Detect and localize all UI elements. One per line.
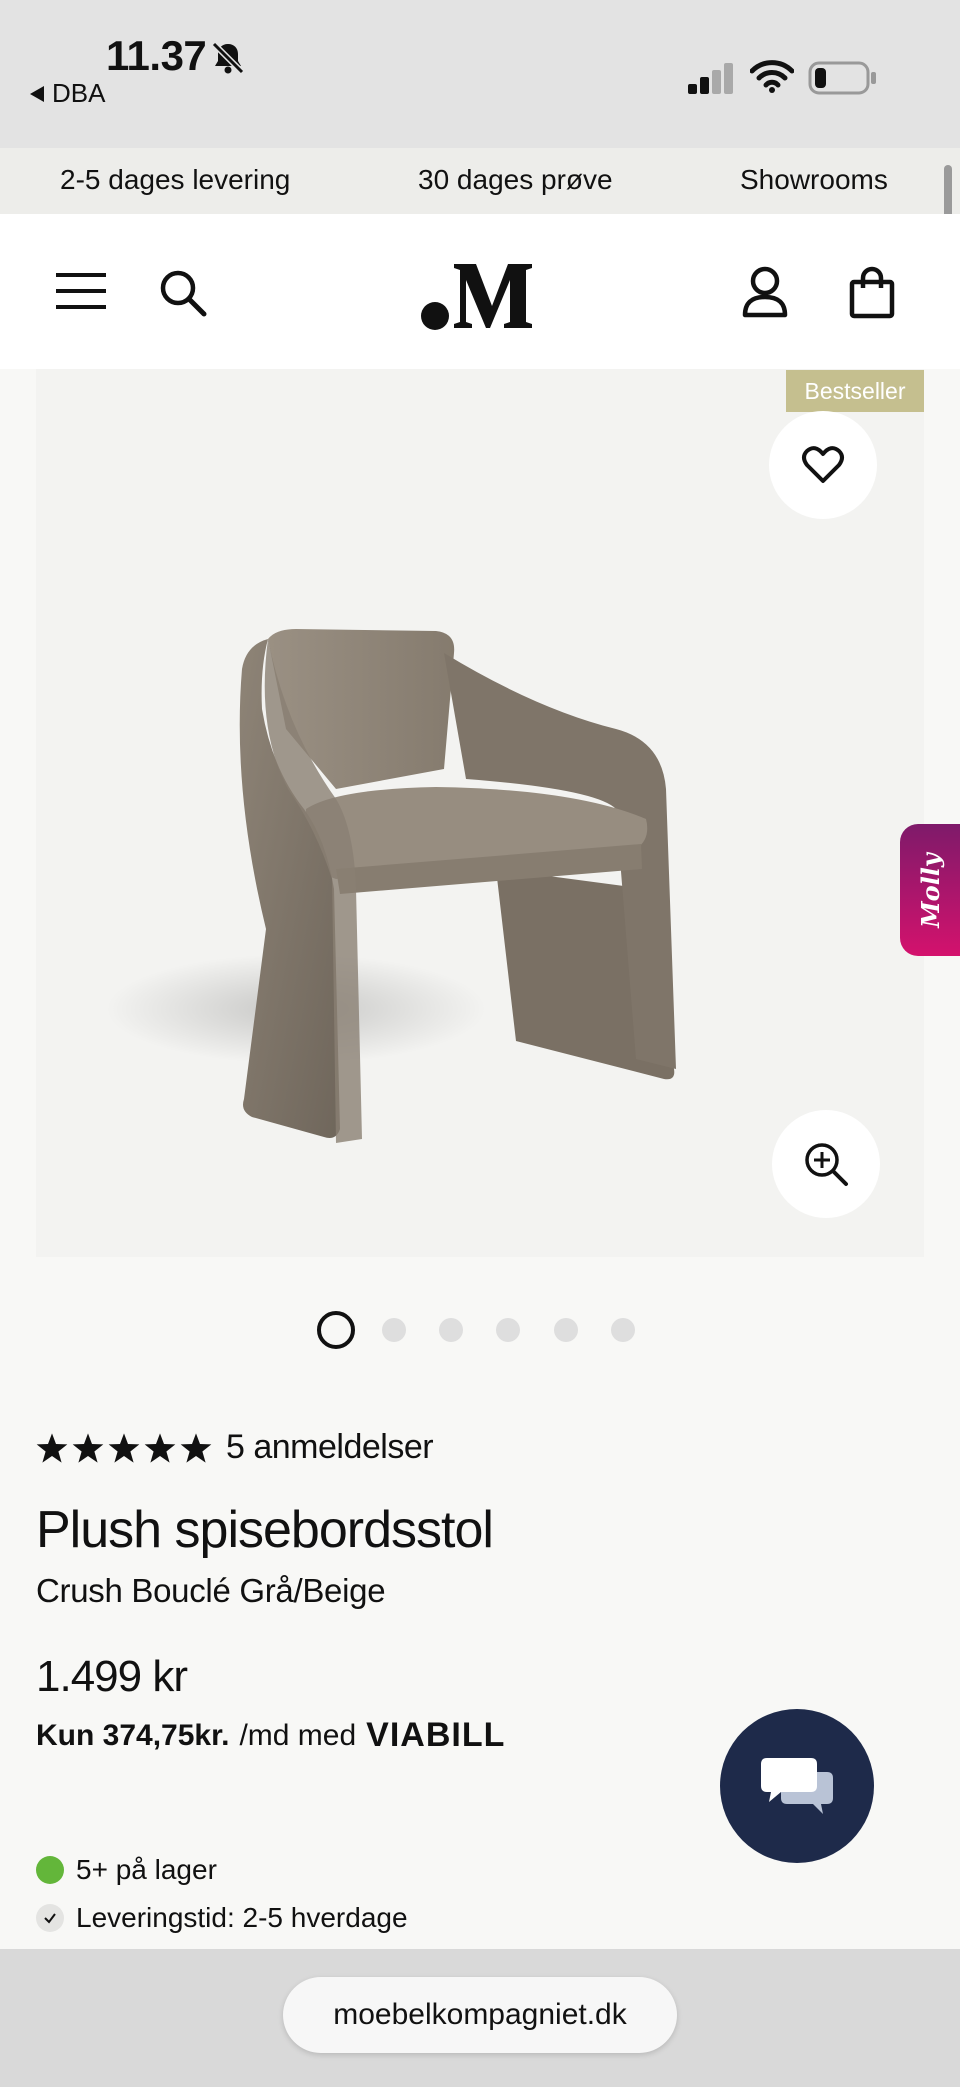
battery-icon <box>808 61 876 95</box>
usp-strip: 2-5 dages levering 30 dages prøve Showro… <box>0 148 960 214</box>
chat-button[interactable] <box>720 1709 874 1863</box>
hamburger-menu-icon <box>56 273 106 309</box>
user-icon <box>742 266 788 318</box>
financing-info[interactable]: Kun 374,75kr. /md med VIABILL <box>36 1716 505 1755</box>
carousel-dot-2[interactable] <box>382 1318 406 1342</box>
bell-muted-icon <box>211 41 245 75</box>
product-title: Plush spisebordsstol <box>36 1501 494 1559</box>
menu-button[interactable] <box>52 264 110 318</box>
delivery-time: Leveringstid: 2-5 hverdage <box>36 1902 408 1934</box>
stock-status: 5+ på lager <box>36 1854 217 1886</box>
carousel-dot-1[interactable] <box>317 1311 355 1349</box>
carousel-dot-6[interactable] <box>611 1318 635 1342</box>
search-button[interactable] <box>156 266 210 320</box>
usp-delivery[interactable]: 2-5 dages levering <box>60 164 290 196</box>
in-stock-dot-icon <box>36 1856 64 1884</box>
wishlist-button[interactable] <box>769 411 877 519</box>
cart-button[interactable] <box>844 264 900 322</box>
star-icon <box>72 1432 104 1463</box>
back-to-app-link[interactable]: DBA <box>30 78 105 109</box>
product-variant: Crush Bouclé Grå/Beige <box>36 1572 386 1609</box>
molly-assistant-tab[interactable]: Molly <box>900 824 960 956</box>
usp-trial[interactable]: 30 dages prøve <box>418 164 613 196</box>
review-count-link[interactable]: 5 anmeldelser <box>226 1428 434 1467</box>
carousel-dot-3[interactable] <box>439 1318 463 1342</box>
financing-text: /md med <box>239 1718 357 1752</box>
star-icon <box>36 1432 68 1463</box>
site-header <box>0 214 960 369</box>
product-rating[interactable]: 5 anmeldelser <box>36 1428 434 1467</box>
search-icon <box>160 270 207 317</box>
carousel-dot-5[interactable] <box>554 1318 578 1342</box>
star-icon <box>144 1432 176 1463</box>
usp-showrooms[interactable]: Showrooms <box>740 164 888 196</box>
financing-amount: Kun 374,75kr. <box>36 1718 230 1752</box>
status-bar: 11.37 DBA <box>0 0 960 148</box>
zoom-button[interactable] <box>772 1110 880 1218</box>
back-arrow-icon <box>30 85 44 102</box>
star-icon <box>108 1432 140 1463</box>
address-bar[interactable]: moebelkompagniet.dk <box>283 1977 677 2053</box>
cellular-signal-icon <box>688 63 733 94</box>
stock-label: 5+ på lager <box>76 1854 217 1885</box>
chat-bubbles-icon <box>761 1758 833 1814</box>
status-time: 11.37 <box>106 32 207 79</box>
browser-toolbar: moebelkompagniet.dk <box>0 1949 960 2087</box>
zoom-in-icon <box>805 1143 848 1186</box>
account-button[interactable] <box>738 264 792 320</box>
delivery-label: Leveringstid: 2-5 hverdage <box>76 1902 408 1933</box>
image-carousel-dots <box>0 1311 960 1351</box>
wifi-icon <box>750 60 794 93</box>
rating-stars <box>36 1432 212 1464</box>
molly-label: Molly <box>915 852 945 928</box>
brand-logo[interactable] <box>420 256 538 332</box>
back-app-label: DBA <box>52 78 106 108</box>
product-price: 1.499 kr <box>36 1652 188 1701</box>
viabill-logo: VIABILL <box>366 1716 506 1754</box>
checkmark-icon <box>36 1904 64 1932</box>
bestseller-badge: Bestseller <box>786 370 924 412</box>
shopping-bag-icon <box>849 266 895 319</box>
carousel-dot-4[interactable] <box>496 1318 520 1342</box>
heart-icon <box>802 446 844 483</box>
star-icon <box>180 1432 212 1463</box>
